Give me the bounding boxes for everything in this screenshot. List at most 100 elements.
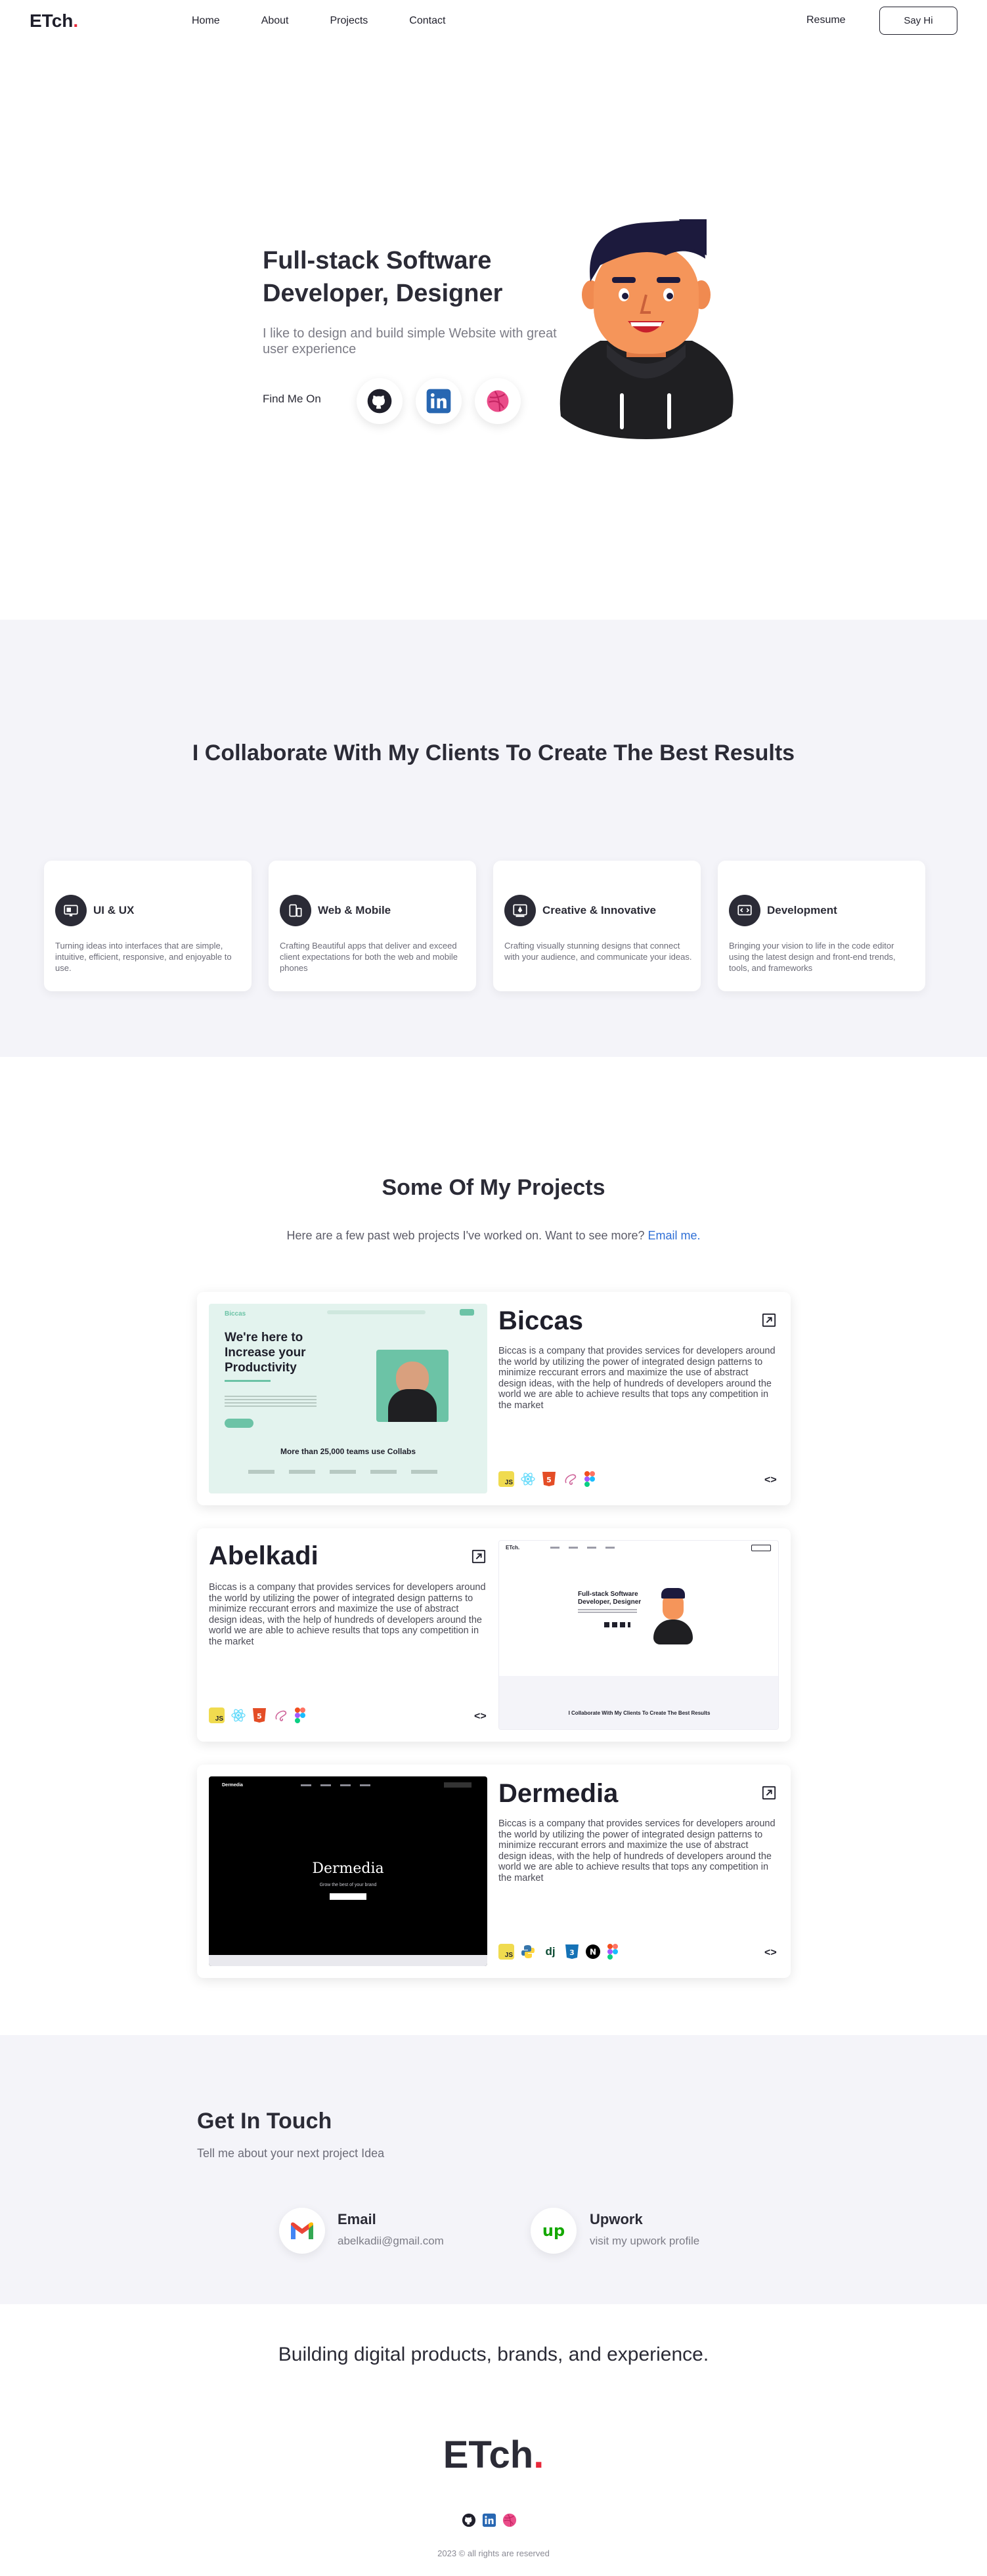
upwork-icon: up — [542, 2222, 565, 2240]
nav-link-about[interactable]: About — [261, 15, 289, 27]
service-card-title: Development — [767, 904, 837, 916]
source-code-icon[interactable]: <> — [764, 1947, 777, 1959]
shot-hero-photo — [376, 1350, 449, 1422]
contact-title: Get In Touch — [197, 2109, 332, 2134]
projects-section: Some Of My Projects Here are a few past … — [0, 1057, 987, 2035]
projects-title: Some Of My Projects — [382, 1175, 605, 1200]
shot-cta — [225, 1419, 253, 1428]
services-section: I Collaborate With My Clients To Create … — [0, 620, 987, 1057]
shot-nav-button — [444, 1782, 472, 1788]
external-link-icon[interactable] — [472, 1549, 486, 1564]
footer-logo-dot: . — [533, 2434, 544, 2476]
say-hi-button[interactable]: Say Hi — [879, 7, 957, 35]
services-title: I Collaborate With My Clients To Create … — [192, 741, 795, 765]
hero-title: Full-stack Software Developer, Designer — [263, 247, 503, 307]
developer-avatar-illustration — [559, 219, 734, 439]
upwork-label: Upwork — [590, 2211, 643, 2227]
css3-icon: 3 — [565, 1944, 579, 1959]
tech-stack: JS 5 — [498, 1471, 596, 1487]
html5-icon: 5 — [542, 1472, 556, 1486]
tech-stack: JS 5 — [209, 1707, 306, 1723]
react-icon — [231, 1709, 246, 1722]
email-me-link[interactable]: Email me. — [648, 1229, 701, 1242]
shot-nav-button — [751, 1545, 771, 1551]
shot-footer-text: I Collaborate With My Clients To Create … — [568, 1710, 711, 1716]
project-screenshot-biccas[interactable]: Biccas We're here to Increase your Produ… — [209, 1304, 487, 1493]
service-card-creative: Creative & Innovative Crafting visually … — [493, 861, 701, 991]
footer-logo[interactable]: ETch. — [0, 2433, 987, 2477]
email-value[interactable]: abelkadii@gmail.com — [338, 2235, 444, 2248]
project-name: Abelkadi — [209, 1541, 318, 1570]
logo-text: ETch — [30, 11, 74, 31]
projects-subtitle: Here are a few past web projects I've wo… — [0, 1229, 987, 1243]
dribbble-icon[interactable] — [502, 2513, 517, 2527]
logo-dot: . — [73, 11, 79, 31]
project-screenshot-abelkadi[interactable]: ETch. Full-stack Software Developer, Des… — [498, 1540, 779, 1730]
shot-socials — [604, 1622, 630, 1627]
footer-tagline: Building digital products, brands, and e… — [278, 2344, 709, 2365]
source-code-icon[interactable]: <> — [764, 1474, 777, 1486]
shot-headline: Dermedia — [312, 1860, 384, 1877]
nav-links: Home About Projects Contact — [192, 0, 487, 42]
project-description: Biccas is a company that provides servic… — [498, 1346, 776, 1411]
devices-icon — [280, 895, 311, 926]
linkedin-icon[interactable] — [482, 2513, 496, 2527]
github-link[interactable] — [357, 378, 403, 424]
nav-link-projects[interactable]: Projects — [330, 15, 368, 27]
find-me-label: Find Me On — [263, 393, 321, 405]
hero-section: Full-stack Software Developer, Designer … — [0, 42, 987, 620]
django-icon: dj — [545, 1945, 556, 1958]
project-screenshot-dermedia[interactable]: Dermedia Dermedia Grow the best of your … — [209, 1776, 487, 1966]
svg-text:5: 5 — [546, 1476, 552, 1484]
external-link-icon[interactable] — [762, 1786, 776, 1800]
project-description: Biccas is a company that provides servic… — [498, 1818, 776, 1883]
python-icon — [521, 1945, 535, 1958]
shot-logos — [248, 1470, 445, 1474]
code-window-icon — [729, 895, 760, 926]
linkedin-icon — [426, 389, 451, 414]
shot-stat: More than 25,000 teams use Collabs — [280, 1447, 416, 1456]
project-name: Dermedia — [498, 1779, 619, 1808]
shot-paragraph — [225, 1396, 317, 1409]
service-card-ui-ux: UI & UX Turning ideas into interfaces th… — [44, 861, 252, 991]
footer-logo-text: ETch — [443, 2434, 534, 2476]
javascript-icon: JS — [498, 1471, 514, 1487]
site-logo[interactable]: ETch. — [30, 11, 78, 32]
upwork-contact-button[interactable]: up — [531, 2208, 577, 2254]
upwork-value[interactable]: visit my upwork profile — [590, 2235, 699, 2248]
linkedin-link[interactable] — [416, 378, 462, 424]
nav-link-contact[interactable]: Contact — [409, 15, 445, 27]
external-link-icon[interactable] — [762, 1313, 776, 1327]
service-card-desc: Turning ideas into interfaces that are s… — [55, 941, 232, 973]
pen-tool-icon — [504, 895, 536, 926]
shot-bottom-bar — [209, 1955, 487, 1966]
email-contact-button[interactable] — [279, 2208, 325, 2254]
contact-subtitle: Tell me about your next project Idea — [197, 2147, 385, 2160]
figma-icon — [295, 1707, 305, 1723]
shot-nav — [550, 1547, 616, 1549]
nav-link-home[interactable]: Home — [192, 15, 220, 27]
project-description: Biccas is a company that provides servic… — [209, 1582, 486, 1647]
react-icon — [521, 1472, 535, 1486]
site-footer: Building digital products, brands, and e… — [0, 2304, 987, 2576]
footer-copyright: 2023 © all rights are reserved — [437, 2548, 550, 2558]
shot-brand: Dermedia — [222, 1783, 243, 1788]
service-card-title: UI & UX — [93, 904, 135, 916]
shot-headline: We're here to Increase your Productivity — [225, 1331, 306, 1375]
github-icon[interactable] — [462, 2513, 476, 2527]
sass-icon — [565, 1474, 577, 1485]
shot-avatar — [653, 1588, 693, 1644]
footer-social-links — [462, 2513, 517, 2527]
dribbble-link[interactable] — [475, 378, 521, 424]
email-label: Email — [338, 2211, 376, 2227]
hero-subtitle: I like to design and build simple Websit… — [263, 326, 557, 356]
dribbble-icon — [487, 390, 509, 412]
shot-brand: Biccas — [225, 1310, 246, 1318]
source-code-icon[interactable]: <> — [474, 1711, 487, 1723]
top-navbar: ETch. Home About Projects Contact Resume… — [0, 0, 987, 42]
nextjs-icon: N — [586, 1944, 600, 1959]
resume-link[interactable]: Resume — [806, 14, 846, 26]
svg-text:5: 5 — [257, 1712, 262, 1721]
gmail-icon — [291, 2222, 313, 2239]
shot-underline — [225, 1380, 271, 1382]
